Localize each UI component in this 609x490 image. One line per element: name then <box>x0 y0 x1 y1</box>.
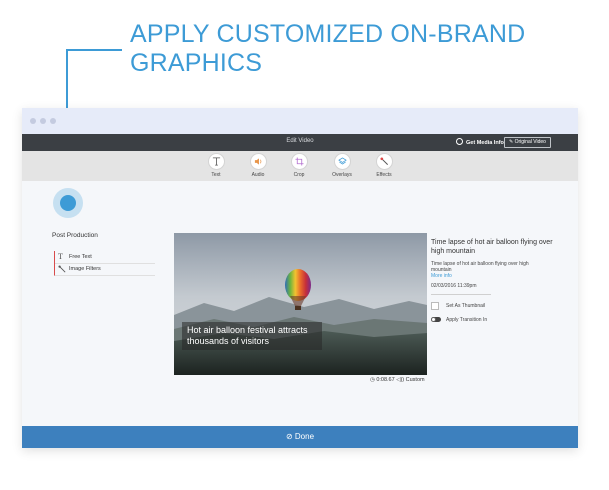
tool-crop[interactable]: Crop <box>279 153 319 178</box>
done-button[interactable]: ⊘ Done <box>22 426 578 448</box>
headline-line-2: GRAPHICS <box>130 49 263 77</box>
text-icon: T <box>58 252 63 261</box>
apply-transition-label: Apply Transition In <box>446 317 488 323</box>
original-video-label: Original Video <box>514 139 546 145</box>
app-header: Edit Video Get Media Info ✎ Original Vid… <box>22 134 578 151</box>
layers-icon <box>337 157 347 165</box>
video-frame-image <box>174 233 427 375</box>
audio-mode-value: Custom <box>405 377 425 383</box>
window-dot-minimize[interactable] <box>40 118 46 124</box>
more-info-link[interactable]: More info <box>431 273 452 279</box>
window-dot-close[interactable] <box>30 118 36 124</box>
callout-marker <box>53 188 83 218</box>
crop-icon <box>294 157 304 166</box>
tool-effects[interactable]: Effects <box>364 153 404 178</box>
headline: APPLY CUSTOMIZED ON-BRAND GRAPHICS <box>130 20 590 78</box>
callout-line-horizontal <box>66 49 122 51</box>
tool-audio-label: Audio <box>251 172 265 178</box>
video-preview[interactable]: Hot air balloon festival attracts thousa… <box>174 233 427 375</box>
text-icon <box>212 157 220 166</box>
tool-text[interactable]: Text <box>196 153 236 178</box>
apply-transition-toggle[interactable] <box>431 317 441 322</box>
app-window: Edit Video Get Media Info ✎ Original Vid… <box>22 108 578 448</box>
tool-overlays-label: Overlays <box>332 172 352 178</box>
tool-text-label: Text <box>211 172 221 178</box>
info-divider <box>431 294 491 295</box>
timecode-value: 0:08.67 <box>376 377 395 383</box>
tool-audio[interactable]: Audio <box>238 153 278 178</box>
video-info-title: Time lapse of hot air balloon flying ove… <box>431 239 553 255</box>
window-titlebar <box>22 108 578 134</box>
speaker-icon: ◁)) <box>396 377 406 383</box>
plus-circle-icon <box>456 138 463 145</box>
post-production-title: Post Production <box>52 232 98 239</box>
video-caption-line-1: Hot air balloon festival attracts <box>187 325 308 335</box>
window-dot-maximize[interactable] <box>50 118 56 124</box>
tool-effects-label: Effects <box>376 172 392 178</box>
pp-item-image-filters-label: Image Filters <box>69 266 101 272</box>
callout-marker-dot <box>60 195 76 211</box>
set-thumbnail-checkbox[interactable] <box>431 302 439 310</box>
get-media-info-label: Get Media Info <box>466 140 504 146</box>
headline-line-1: APPLY CUSTOMIZED ON-BRAND <box>130 20 526 48</box>
get-media-info-button[interactable]: Get Media Info <box>456 138 504 146</box>
set-thumbnail-label: Set As Thumbnail <box>446 303 486 309</box>
video-info-date: 02/03/2016 11:39pm <box>431 283 477 289</box>
pp-item-free-text-label: Free Text <box>69 254 92 260</box>
wand-icon <box>58 265 66 273</box>
video-info-description: Time lapse of hot air balloon flying ove… <box>431 261 529 273</box>
original-video-button[interactable]: ✎ Original Video <box>504 137 551 148</box>
speaker-icon <box>254 158 261 165</box>
wand-icon <box>379 157 388 166</box>
pp-item-image-filters[interactable]: Image Filters <box>54 263 155 276</box>
video-caption[interactable]: Hot air balloon festival attracts thousa… <box>182 322 322 350</box>
done-label: Done <box>294 432 315 441</box>
check-circle-icon: ⊘ <box>285 432 295 441</box>
tool-overlays[interactable]: Overlays <box>322 153 362 178</box>
tool-crop-label: Crop <box>293 172 305 178</box>
video-caption-line-2: thousands of visitors <box>187 336 270 346</box>
editing-toolbar: Text Audio Crop Overlays Effects <box>22 151 578 181</box>
video-timecode: ◷ 0:08.67 ◁)) Custom <box>370 377 425 383</box>
toggle-knob <box>431 317 436 322</box>
